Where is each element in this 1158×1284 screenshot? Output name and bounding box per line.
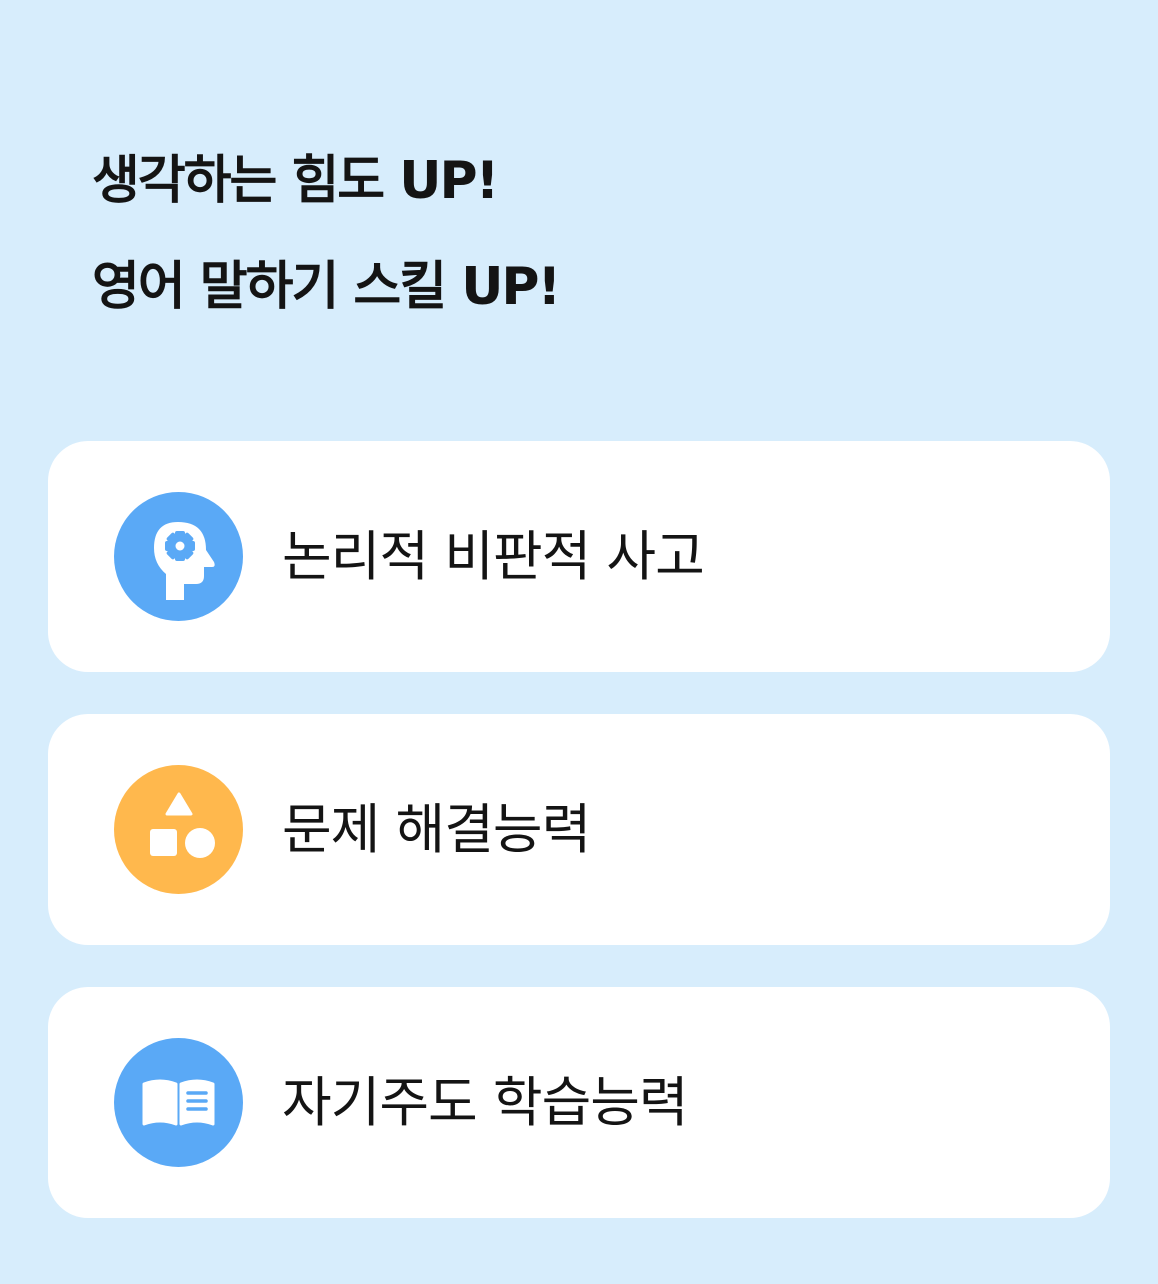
square-shape (150, 829, 177, 856)
feature-card-critical-thinking: 논리적 비판적 사고 (48, 441, 1110, 672)
shapes-icon-circle (114, 765, 243, 894)
feature-card-problem-solving: 문제 해결능력 (48, 714, 1110, 945)
shapes-icon (114, 765, 243, 894)
circle-shape (185, 828, 215, 858)
feature-label: 자기주도 학습능력 (282, 1071, 689, 1134)
headline: 생각하는 힘도 UP! 영어 말하기 스킬 UP! (92, 128, 561, 340)
head-gear-icon (114, 492, 243, 621)
open-book-icon-circle (114, 1038, 243, 1167)
feature-card-self-directed-learning: 자기주도 학습능력 (48, 987, 1110, 1218)
gear-hub (175, 541, 185, 551)
headline-line-2: 영어 말하기 스킬 UP! (92, 257, 561, 317)
feature-label: 논리적 비판적 사고 (282, 525, 705, 588)
open-book-icon (114, 1038, 243, 1167)
headline-line-1: 생각하는 힘도 UP! (92, 151, 499, 211)
feature-label: 문제 해결능력 (282, 798, 591, 861)
book-left-page (142, 1079, 178, 1126)
